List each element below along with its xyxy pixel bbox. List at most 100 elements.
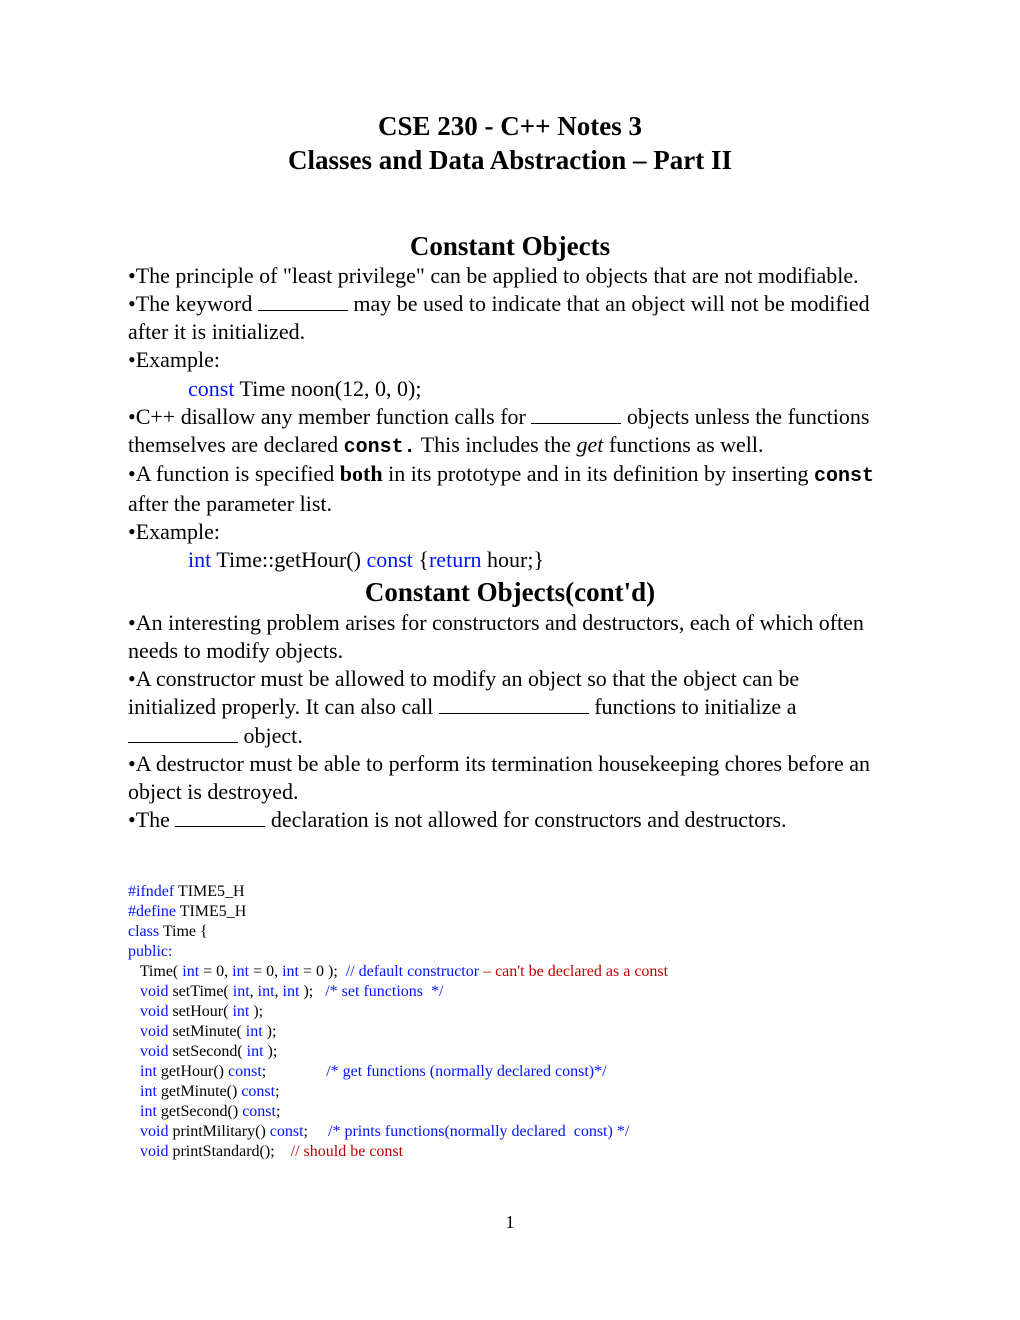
t: setMinute( — [168, 1023, 245, 1040]
t: This includes the — [416, 432, 577, 457]
t — [128, 1023, 140, 1040]
t: hour;} — [482, 547, 545, 572]
i: get — [577, 432, 604, 457]
title-line-2: Classes and Data Abstraction – Part II — [288, 145, 732, 175]
mono: const. — [344, 436, 416, 459]
kw: void — [140, 1043, 168, 1060]
t: •A function is specified — [128, 461, 340, 486]
para: •The principle of "least privilege" can … — [128, 262, 892, 290]
t: setSecond( — [168, 1043, 246, 1060]
title-line-1: CSE 230 - C++ Notes 3 — [378, 111, 642, 141]
t — [128, 1063, 140, 1080]
kw: return — [429, 547, 482, 572]
rd: – can't be declared as a const — [479, 963, 668, 980]
doc-title: CSE 230 - C++ Notes 3 Classes and Data A… — [128, 110, 892, 178]
para: •Example: — [128, 346, 892, 374]
cm: /* set functions */ — [325, 983, 443, 1000]
t: functions as well. — [603, 432, 763, 457]
t: TIME5_H — [176, 903, 246, 920]
t: getMinute() — [157, 1083, 241, 1100]
kw: int — [182, 963, 199, 980]
kw: int — [233, 983, 250, 1000]
section-heading-2: Constant Objects(cont'd) — [128, 576, 892, 608]
kw: const — [188, 376, 234, 401]
kw: int — [140, 1063, 157, 1080]
cm: /* prints functions(normally declared co… — [328, 1123, 629, 1140]
kw: int — [258, 983, 275, 1000]
t: •C++ disallow any member function calls … — [128, 404, 531, 429]
t: ); — [299, 983, 325, 1000]
kw: int — [188, 547, 211, 572]
kw: void — [140, 1143, 168, 1160]
t: Time { — [159, 923, 208, 940]
t: Time( — [128, 963, 182, 980]
t — [128, 1003, 140, 1020]
section-heading-1: Constant Objects — [128, 230, 892, 262]
t: ); — [264, 1043, 278, 1060]
kw: const — [241, 1083, 275, 1100]
blank — [258, 290, 348, 311]
section-1-body: •The principle of "least privilege" can … — [128, 262, 892, 575]
para: •The keyword may be used to indicate tha… — [128, 290, 892, 346]
kw: int — [140, 1103, 157, 1120]
t — [128, 1123, 140, 1140]
t: = 0 ); — [299, 963, 346, 980]
t: functions to initialize a — [589, 694, 797, 719]
kw: const — [242, 1103, 276, 1120]
kw: const — [228, 1063, 262, 1080]
para: •A destructor must be able to perform it… — [128, 750, 892, 806]
page-number: 1 — [128, 1212, 892, 1233]
page: CSE 230 - C++ Notes 3 Classes and Data A… — [0, 0, 1020, 1233]
t: in its prototype and in its definition b… — [383, 461, 814, 486]
t: ); — [263, 1023, 277, 1040]
t: setHour( — [168, 1003, 232, 1020]
t — [128, 1043, 140, 1060]
t: Time noon(12, 0, 0); — [234, 376, 421, 401]
t: after the parameter list. — [128, 491, 332, 516]
t: ; — [262, 1063, 326, 1080]
kw: const — [270, 1123, 304, 1140]
cm: // default constructor — [346, 963, 479, 980]
mono: const — [814, 465, 874, 488]
t: •The keyword — [128, 291, 258, 316]
code-line: int Time::getHour() const {return hour;} — [128, 546, 892, 574]
t: , — [275, 983, 283, 1000]
kw: int — [282, 963, 299, 980]
t: { — [413, 547, 429, 572]
section-2-body: •An interesting problem arises for const… — [128, 609, 892, 834]
b: both — [340, 461, 383, 486]
t: printMilitary() — [168, 1123, 269, 1140]
para: •An interesting problem arises for const… — [128, 609, 892, 665]
t: Time::getHour() — [211, 547, 366, 572]
kw: void — [140, 1003, 168, 1020]
kw: int — [232, 963, 249, 980]
kw: int — [247, 1043, 264, 1060]
t: object. — [238, 723, 303, 748]
kw: int — [140, 1083, 157, 1100]
t: ; — [275, 1083, 279, 1100]
t: = 0, — [199, 963, 232, 980]
t: getHour() — [157, 1063, 228, 1080]
t: getSecond() — [157, 1103, 242, 1120]
kw: void — [140, 1023, 168, 1040]
t: , — [250, 983, 258, 1000]
t: setTime( — [168, 983, 232, 1000]
kw: void — [140, 983, 168, 1000]
kw: #ifndef — [128, 883, 174, 900]
para: •The declaration is not allowed for cons… — [128, 806, 892, 834]
t: •The — [128, 807, 175, 832]
kw: int — [232, 1003, 249, 1020]
kw: const — [366, 547, 412, 572]
t — [128, 1143, 140, 1160]
para: •Example: — [128, 518, 892, 546]
t: printStandard(); — [168, 1143, 290, 1160]
t: declaration is not allowed for construct… — [265, 807, 786, 832]
t — [128, 983, 140, 1000]
kw: void — [140, 1123, 168, 1140]
blank — [175, 806, 265, 827]
t: ; — [304, 1123, 328, 1140]
blank — [439, 694, 589, 715]
para: •C++ disallow any member function calls … — [128, 403, 892, 461]
para: •A function is specified both in its pro… — [128, 460, 892, 518]
t: = 0, — [249, 963, 282, 980]
